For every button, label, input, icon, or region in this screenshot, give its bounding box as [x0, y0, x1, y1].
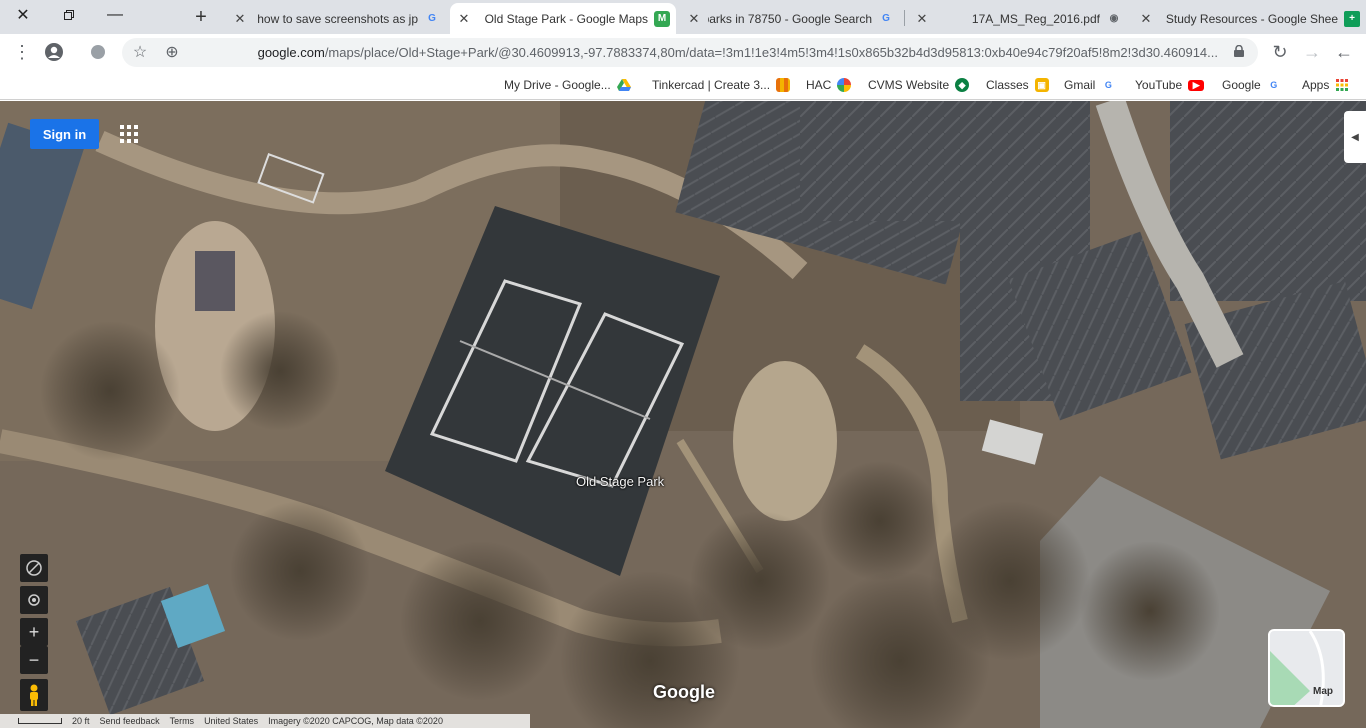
bookmark-google[interactable]: Google G [1222, 77, 1281, 93]
back-icon[interactable]: ← [1330, 38, 1358, 66]
classroom-icon: ▣ [1034, 78, 1049, 92]
bookmark-gmail[interactable]: Gmail G [1064, 77, 1116, 93]
tab-title: Study Resources - Google Shee [1165, 11, 1338, 26]
close-tab-icon[interactable]: ✕ [232, 11, 248, 27]
bookmark-youtube[interactable]: YouTube ▶ [1135, 77, 1205, 93]
menu-kebab-icon[interactable]: ⋮ [8, 38, 36, 66]
google-watermark: Google [653, 682, 715, 702]
country-label[interactable]: United States [204, 716, 258, 726]
tab-strip: ✕ — + ✕ how to save screenshots as jp G … [0, 0, 1366, 34]
tab-screenshots[interactable]: ✕ how to save screenshots as jp G [226, 3, 446, 34]
hac-icon [837, 78, 852, 92]
bookmark-classes[interactable]: Classes ▣ [986, 77, 1049, 93]
bookmark-drive[interactable]: My Drive - Google... [504, 77, 631, 93]
tab-maps[interactable]: ✕ Old Stage Park - Google Maps M [450, 3, 676, 34]
bookmarks-bar: Apps Google G YouTube ▶ Gmail G Classes … [0, 70, 1366, 100]
close-tab-icon[interactable]: ✕ [456, 11, 472, 27]
pegman-button[interactable] [20, 679, 48, 711]
bookmark-star-icon[interactable]: ☆ [126, 38, 154, 66]
close-tab-icon[interactable]: ✕ [1138, 11, 1154, 27]
satellite-imagery [0, 101, 1366, 728]
close-tab-icon[interactable]: ✕ [914, 11, 930, 27]
terms-link[interactable]: Terms [170, 716, 195, 726]
google-apps-icon[interactable] [118, 123, 140, 145]
url-text: google.com/maps/place/Old+Stage+Park/@30… [257, 45, 1218, 60]
minimap-preview [1270, 631, 1325, 705]
tinkercad-icon [776, 78, 791, 92]
google-icon: G [428, 13, 436, 24]
scale-label[interactable]: 20 ft [72, 716, 90, 726]
bookmark-apps[interactable]: Apps [1302, 77, 1349, 93]
tab-title: 17A_MS_Reg_2016.pdf [971, 11, 1100, 26]
chevron-left-icon: ◀ [1351, 131, 1359, 143]
reload-icon[interactable]: ↻ [1266, 38, 1294, 66]
apps-icon [1335, 78, 1349, 92]
extension-icon[interactable] [84, 38, 112, 66]
tab-pdf[interactable]: ✕ 17A_MS_Reg_2016.pdf ◉ [908, 3, 1128, 34]
tab-title: parks in 78750 - Google Search [708, 11, 872, 26]
restore-window-button[interactable] [46, 0, 92, 30]
minimap-label: Map [1313, 686, 1333, 697]
browser-toolbar: ⋮ ☆ ⊕ google.com/maps/place/Old+Stage+Pa… [0, 34, 1366, 70]
map-footer: 20 ft Send feedback Terms United States … [0, 714, 530, 728]
satellite-map[interactable]: Sign in ◀ + − Old Stage Park Google Map … [0, 101, 1366, 728]
zoom-in-button[interactable]: + [20, 618, 48, 646]
profile-avatar-icon[interactable] [40, 38, 68, 66]
send-feedback-link[interactable]: Send feedback [100, 716, 160, 726]
bookmark-cvms[interactable]: CVMS Website ◆ [868, 77, 970, 93]
cvms-icon: ◆ [955, 78, 970, 92]
add-icon[interactable]: ⊕ [158, 38, 186, 66]
attribution-text: Imagery ©2020 CAPCOG, Map data ©2020 [268, 716, 443, 726]
tab-separator [904, 10, 905, 26]
compass-button[interactable] [20, 554, 48, 582]
google-icon: G [1101, 78, 1116, 92]
tab-search[interactable]: ✕ parks in 78750 - Google Search G [680, 3, 900, 34]
tab-title: Old Stage Park - Google Maps [484, 11, 648, 26]
map-layer-toggle[interactable]: Map [1268, 629, 1345, 707]
drive-icon [616, 78, 631, 92]
forward-icon[interactable]: → [1298, 38, 1326, 66]
close-tab-icon[interactable]: ✕ [686, 11, 702, 27]
google-icon: G [882, 13, 890, 24]
my-location-button[interactable] [20, 586, 48, 614]
sign-in-button[interactable]: Sign in [30, 119, 99, 149]
zoom-out-button[interactable]: − [20, 646, 48, 674]
tab-sheets[interactable]: ✕ Study Resources - Google Shee + [1132, 3, 1366, 34]
lock-icon [1234, 45, 1244, 57]
pegman-icon [30, 684, 38, 706]
new-tab-button[interactable]: + [188, 5, 214, 29]
compass-icon [26, 560, 42, 576]
collapse-panel-button[interactable]: ◀ [1344, 111, 1366, 163]
minimize-window-button[interactable]: — [92, 0, 138, 30]
place-label[interactable]: Old Stage Park [576, 474, 664, 489]
sheets-icon: + [1344, 10, 1360, 27]
close-window-button[interactable]: ✕ [0, 0, 46, 30]
pdf-icon: ◉ [1109, 13, 1119, 24]
address-bar[interactable]: ☆ ⊕ google.com/maps/place/Old+Stage+Park… [122, 38, 1258, 67]
scale-bar [18, 718, 62, 724]
youtube-icon: ▶ [1188, 79, 1205, 91]
location-icon [28, 594, 40, 606]
google-icon: G [1266, 78, 1281, 92]
tab-title: how to save screenshots as jp [257, 11, 418, 26]
bookmark-hac[interactable]: HAC [806, 77, 852, 93]
maps-icon: M [654, 10, 670, 27]
restore-icon [64, 10, 74, 20]
bookmark-tinkercad[interactable]: Tinkercad | Create 3... [652, 77, 791, 93]
